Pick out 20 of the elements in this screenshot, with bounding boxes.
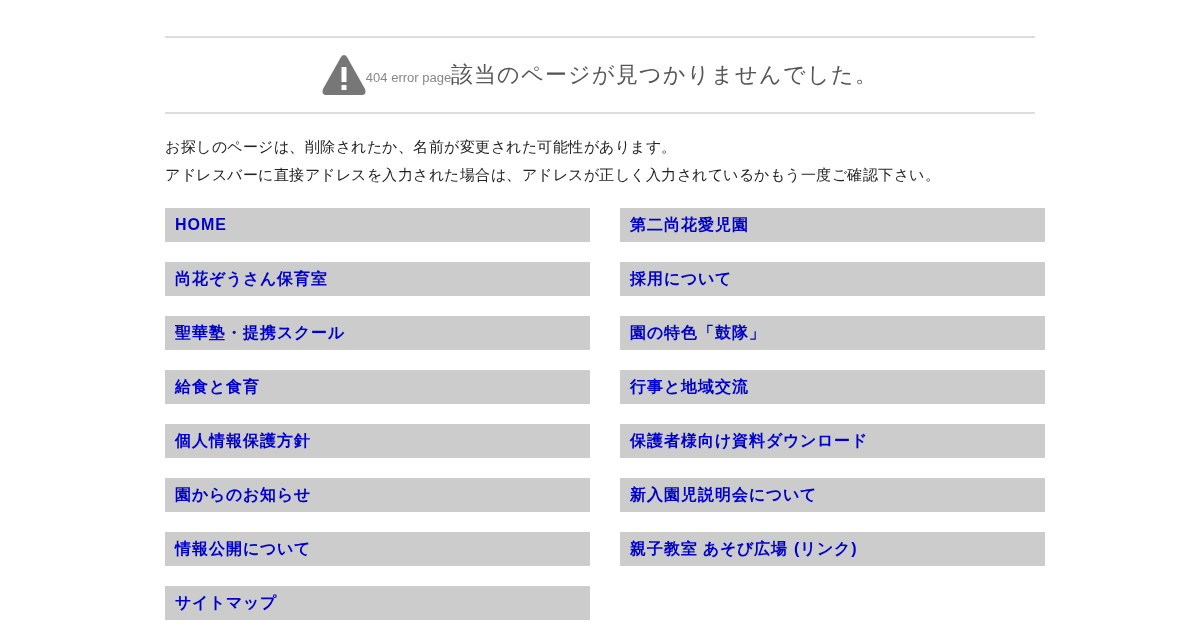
nav-link[interactable]: 行事と地域交流	[620, 370, 1045, 404]
message-text: お探しのページは、削除されたか、名前が変更された可能性があります。	[165, 137, 678, 157]
nav-link[interactable]: サイトマップ	[165, 586, 590, 620]
nav-link[interactable]: 第二尚花愛児園	[620, 208, 1045, 242]
message-text: アドレスバーに直接アドレスを入力された場合は、アドレスが正しく入力されているかもう一度ご確認下さい。	[165, 165, 941, 185]
nav-link[interactable]: 親子教室 あそび広場 (リンク)	[620, 532, 1045, 566]
nav-link[interactable]: 採用について	[620, 262, 1045, 296]
nav-link[interactable]: 給食と食育	[165, 370, 590, 404]
nav-link[interactable]: 保護者様向け資料ダウンロード	[620, 424, 1045, 458]
nav-link[interactable]: 尚花ぞうさん保育室	[165, 262, 590, 296]
nav-link[interactable]: 情報公開について	[165, 532, 590, 566]
nav-link[interactable]: 聖華塾・提携スクール	[165, 316, 590, 350]
nav-link[interactable]: 新入園児説明会について	[620, 478, 1045, 512]
warning-icon	[321, 53, 366, 95]
nav-link[interactable]: 園の特色「鼓隊」	[620, 316, 1045, 350]
nav-link[interactable]: 個人情報保護方針	[165, 424, 590, 458]
error-label: 404 error page	[365, 69, 452, 85]
nav-link[interactable]: 園からのお知らせ	[165, 478, 590, 512]
nav-link[interactable]: HOME	[165, 208, 590, 242]
page-title: 該当のページが見つかりませんでした。	[451, 61, 879, 89]
